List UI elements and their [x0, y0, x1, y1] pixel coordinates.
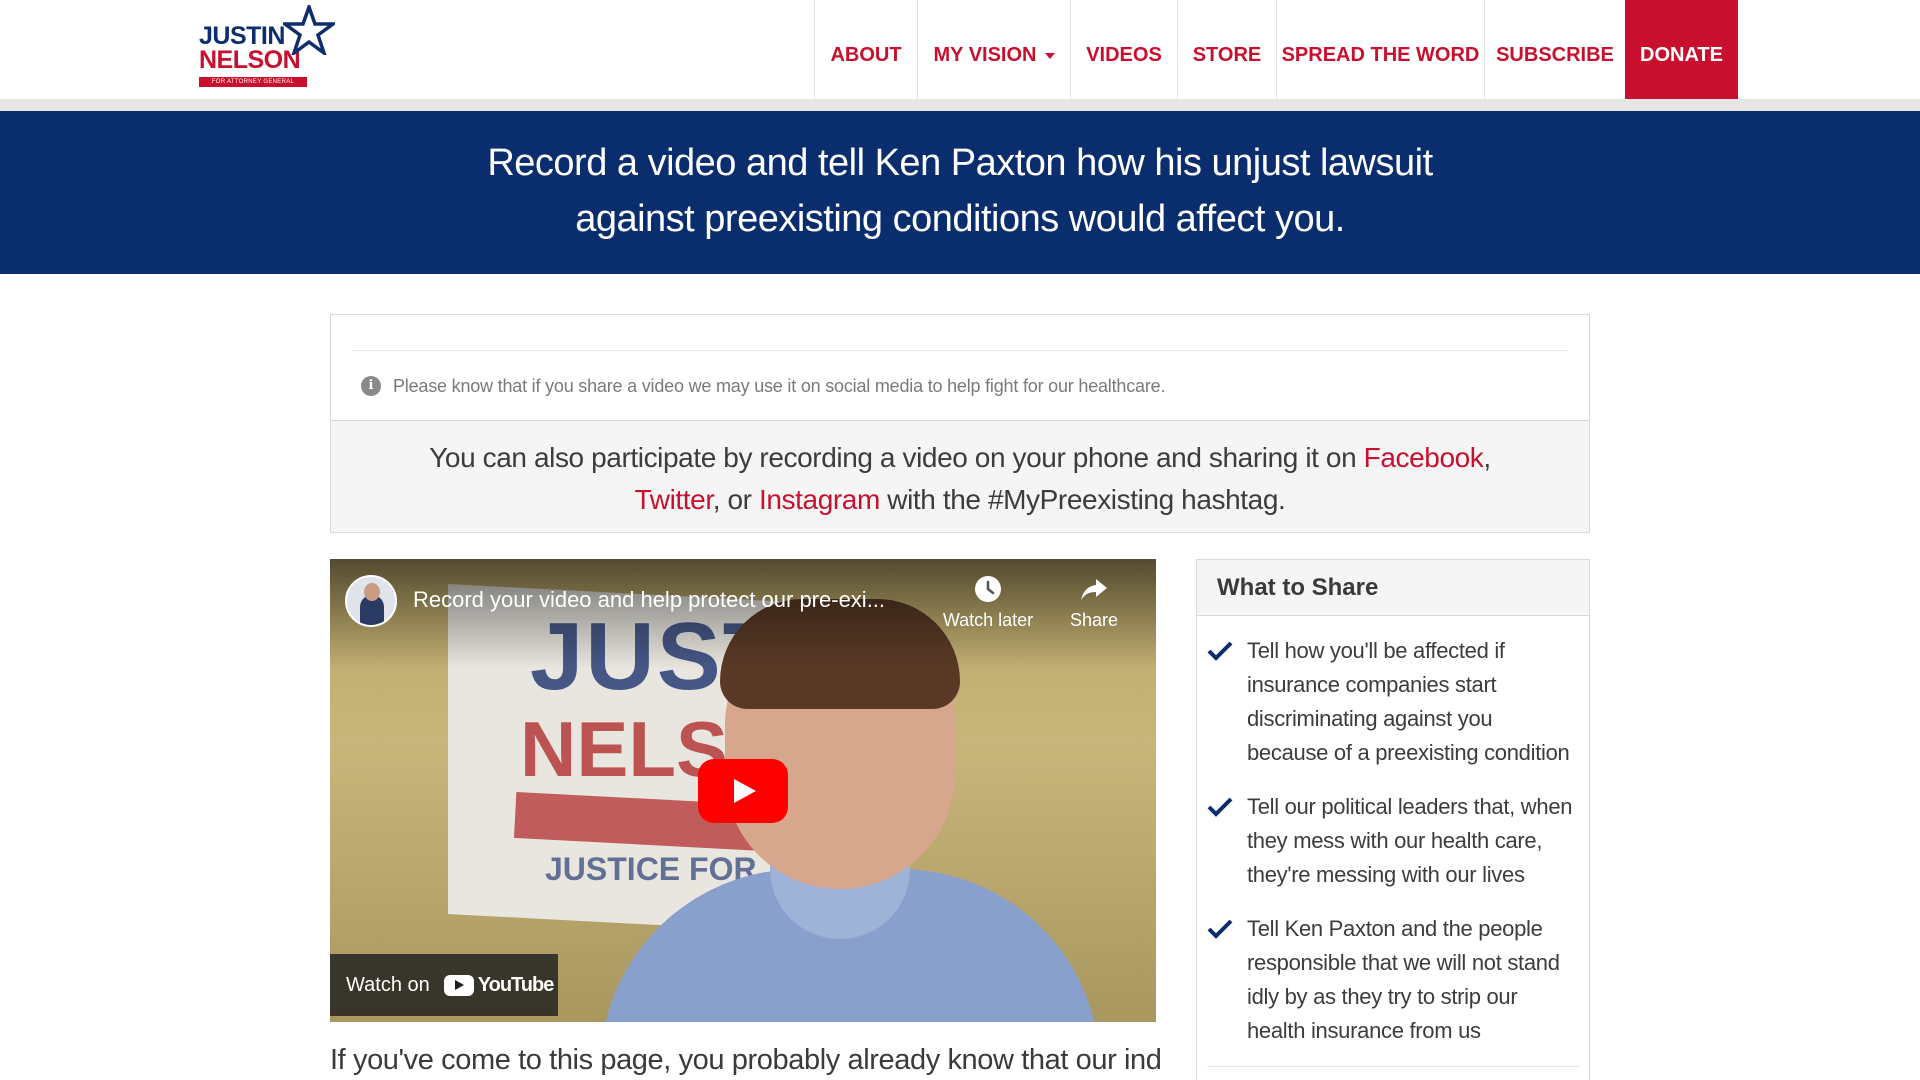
main-nav: ABOUT MY VISION VIDEOS STORE SPREAD THE …	[814, 0, 1738, 111]
list-item: Tell our political leaders that, when th…	[1207, 790, 1575, 892]
share-item-text: Tell how you'll be affected if insurance…	[1247, 638, 1570, 765]
nav-videos-label: VIDEOS	[1086, 44, 1162, 66]
checkmark-icon	[1207, 641, 1233, 661]
participate-panel: You can also participate by recording a …	[331, 420, 1589, 532]
info-icon: i	[361, 376, 381, 396]
watch-later-label: Watch later	[942, 610, 1034, 630]
participate-prefix: You can also participate by recording a …	[429, 442, 1364, 473]
list-item: Tell Ken Paxton and the people responsib…	[1207, 912, 1575, 1048]
checkmark-icon	[1207, 797, 1233, 817]
youtube-logo: YouTube	[443, 973, 555, 997]
banner-line-2: against preexisting conditions would aff…	[575, 198, 1345, 240]
watch-on-label: Watch on	[346, 973, 430, 996]
nav-store-label: STORE	[1192, 44, 1262, 66]
what-to-share-list: Tell how you'll be affected if insurance…	[1197, 616, 1589, 1048]
channel-avatar[interactable]	[345, 575, 397, 627]
notice-row: i Please know that if you share a video …	[361, 371, 1165, 401]
what-to-share-title: What to Share	[1217, 573, 1379, 601]
nav-my-vision-label: MY VISION	[933, 44, 1037, 66]
watch-later-button[interactable]: Watch later	[938, 574, 1038, 631]
facebook-link[interactable]: Facebook	[1364, 442, 1484, 473]
nav-about-label: ABOUT	[830, 44, 902, 66]
participate-suffix: with the #MyPreexisting hashtag.	[879, 484, 1286, 515]
participate-sep-2: , or	[712, 484, 759, 515]
nav-spread-label: SPREAD THE WORD	[1281, 44, 1480, 66]
participate-text: You can also participate by recording a …	[391, 437, 1529, 521]
notice-divider	[351, 350, 1569, 351]
youtube-wordmark: YouTube	[477, 973, 555, 996]
notice-text: Please know that if you share a video we…	[393, 375, 1166, 396]
site-logo[interactable]: JUSTIN NELSON FOR ATTORNEY GENERAL	[199, 5, 337, 89]
site-header: JUSTIN NELSON FOR ATTORNEY GENERAL ABOUT…	[0, 0, 1920, 111]
nav-spread-the-word[interactable]: SPREAD THE WORD	[1276, 0, 1484, 111]
what-to-share-header: What to Share	[1197, 560, 1589, 616]
share-panel-divider	[1207, 1066, 1579, 1067]
watch-on-youtube-button[interactable]: Watch on YouTube	[330, 954, 558, 1016]
nav-subscribe[interactable]: SUBSCRIBE	[1484, 0, 1625, 111]
play-button[interactable]	[698, 759, 788, 823]
clock-icon	[975, 576, 1001, 602]
intro-paragraph: If you've come to this page, you probabl…	[330, 1044, 1160, 1076]
share-arrow-icon	[1081, 579, 1107, 600]
youtube-video-embed[interactable]: JUST NELSO JUSTICE FOR Record your video…	[330, 559, 1156, 1022]
share-label: Share	[1069, 610, 1119, 630]
instagram-link[interactable]: Instagram	[759, 484, 880, 515]
list-item: Tell how you'll be affected if insurance…	[1207, 634, 1575, 770]
nav-about[interactable]: ABOUT	[814, 0, 917, 111]
what-to-share-panel: What to Share Tell how you'll be affecte…	[1196, 559, 1590, 1080]
notice-box: i Please know that if you share a video …	[330, 314, 1590, 533]
video-title[interactable]: Record your video and help protect our p…	[413, 587, 933, 613]
banner-line-1: Record a video and tell Ken Paxton how h…	[487, 142, 1433, 184]
donate-button-label: DONATE	[1640, 44, 1723, 66]
share-button[interactable]: Share	[1044, 574, 1144, 631]
checkmark-icon	[1207, 919, 1233, 939]
share-item-text: Tell Ken Paxton and the people responsib…	[1247, 916, 1560, 1043]
logo-tagline: FOR ATTORNEY GENERAL	[199, 77, 307, 87]
nav-subscribe-label: SUBSCRIBE	[1496, 44, 1614, 66]
nav-store[interactable]: STORE	[1177, 0, 1276, 111]
star-icon	[283, 5, 335, 55]
header-divider	[0, 99, 1920, 111]
chevron-down-icon	[1044, 52, 1055, 59]
participate-sep-1: ,	[1483, 442, 1491, 473]
banner-heading: Record a video and tell Ken Paxton how h…	[360, 135, 1560, 247]
hero-banner: Record a video and tell Ken Paxton how h…	[0, 111, 1920, 274]
donate-button[interactable]: DONATE	[1625, 0, 1738, 111]
twitter-link[interactable]: Twitter	[635, 484, 714, 515]
nav-my-vision[interactable]: MY VISION	[917, 0, 1070, 111]
youtube-play-icon	[443, 974, 474, 996]
nav-videos[interactable]: VIDEOS	[1070, 0, 1177, 111]
share-item-text: Tell our political leaders that, when th…	[1247, 794, 1573, 887]
